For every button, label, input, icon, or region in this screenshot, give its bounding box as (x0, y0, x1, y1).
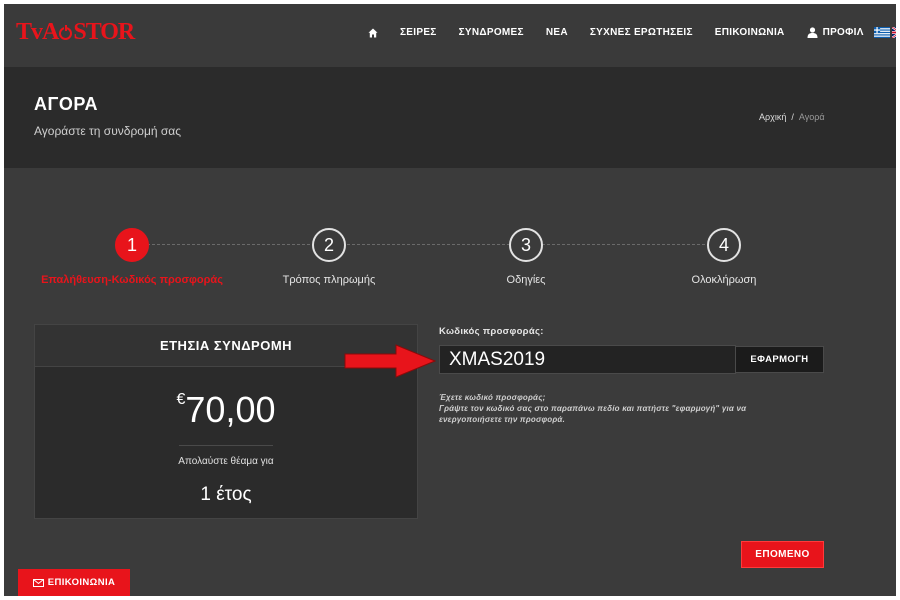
promo-help-line-1: Έχετε κωδικό προσφοράς; (439, 393, 546, 402)
price-amount: 70,00 (185, 389, 276, 430)
step-2-label: Τρόπος πληρωμής (282, 274, 376, 286)
user-icon (807, 27, 818, 38)
promo-code-input[interactable] (439, 345, 736, 374)
home-icon[interactable] (368, 28, 378, 38)
logo-text-right: STOR (73, 19, 135, 45)
app-window: TvA STOR ΣΕΙΡΕΣ ΣΥΝΔΡΟΜΕΣ ΝΕΑ ΣΥΧΝΕΣ ΕΡΩΤ… (4, 4, 896, 596)
language-switcher (873, 27, 896, 38)
subscription-description: Απολαύστε θέαμα για (178, 456, 274, 467)
card-divider (179, 445, 273, 446)
step-1-label: Επαλήθευση-Κωδικός προσφοράς (41, 274, 223, 286)
logo-text-left: TvA (16, 19, 59, 45)
breadcrumb: Αρχική / Αγορά (759, 112, 825, 122)
page-subtitle: Αγοράστε τη συνδρομή σας (34, 124, 181, 138)
subscription-duration: 1 έτος (200, 484, 252, 505)
step-2-circle: 2 (312, 228, 346, 262)
promo-code-label: Κωδικός προσφοράς: (439, 326, 544, 337)
uk-flag-icon[interactable] (891, 27, 896, 38)
price-currency: € (176, 391, 186, 408)
breadcrumb-separator: / (791, 112, 794, 122)
step-1-circle: 1 (115, 228, 149, 262)
next-button[interactable]: ΕΠΟΜΕΝΟ (741, 541, 824, 568)
subscription-price: €70,00 (35, 389, 417, 431)
red-arrow-annotation-icon (344, 344, 436, 378)
title-band: ΑΓΟΡΑ Αγοράστε τη συνδρομή σας Αρχική / Αγ… (4, 67, 896, 168)
step-4-label: Ολοκλήρωση (691, 274, 757, 286)
nav-item-subscriptions[interactable]: ΣΥΝΔΡΟΜΕΣ (459, 27, 524, 38)
site-logo[interactable]: TvA STOR (16, 19, 135, 46)
apply-button[interactable]: ΕΦΑΡΜΟΓΗ (735, 346, 824, 373)
page-title: ΑΓΟΡΑ (34, 94, 98, 114)
nav-item-profile[interactable]: ΠΡΟΦΙΛ (807, 27, 864, 38)
main-nav: ΣΕΙΡΕΣ ΣΥΝΔΡΟΜΕΣ ΝΕΑ ΣΥΧΝΕΣ ΕΡΩΤΗΣΕΙΣ ΕΠ… (368, 27, 896, 38)
promo-help-text: Έχετε κωδικό προσφοράς; Γράψτε τον κωδικ… (439, 392, 769, 425)
greek-flag-icon[interactable] (873, 27, 890, 38)
step-3-label: Οδηγίες (506, 274, 546, 286)
step-4-circle: 4 (707, 228, 741, 262)
step-4: 4 Ολοκλήρωση (624, 228, 824, 286)
step-1: 1 Επαλήθευση-Κωδικός προσφοράς (32, 228, 232, 286)
breadcrumb-home[interactable]: Αρχική (759, 112, 786, 122)
contact-button[interactable]: ΕΠΙΚΟΙΝΩΝΙΑ (18, 569, 130, 596)
profile-label: ΠΡΟΦΙΛ (822, 27, 864, 38)
site-header: TvA STOR ΣΕΙΡΕΣ ΣΥΝΔΡΟΜΕΣ ΝΕΑ ΣΥΧΝΕΣ ΕΡΩΤ… (4, 4, 896, 67)
promo-help-line-2: Γράψτε τον κωδικό σας στο παραπάνω πεδίο… (439, 404, 747, 424)
step-2: 2 Τρόπος πληρωμής (229, 228, 429, 286)
nav-item-news[interactable]: ΝΕΑ (546, 27, 568, 38)
breadcrumb-current: Αγορά (798, 112, 825, 122)
power-icon (59, 25, 73, 40)
nav-item-series[interactable]: ΣΕΙΡΕΣ (400, 27, 437, 38)
step-3: 3 Οδηγίες (426, 228, 626, 286)
checkout-steps: 1 Επαλήθευση-Κωδικός προσφοράς 2 Τρόπος … (4, 228, 896, 298)
step-3-circle: 3 (509, 228, 543, 262)
nav-item-faq[interactable]: ΣΥΧΝΕΣ ΕΡΩΤΗΣΕΙΣ (590, 27, 693, 38)
nav-item-contact[interactable]: ΕΠΙΚΟΙΝΩΝΙΑ (715, 27, 785, 38)
contact-button-label: ΕΠΙΚΟΙΝΩΝΙΑ (47, 577, 116, 588)
mail-icon (32, 578, 44, 587)
